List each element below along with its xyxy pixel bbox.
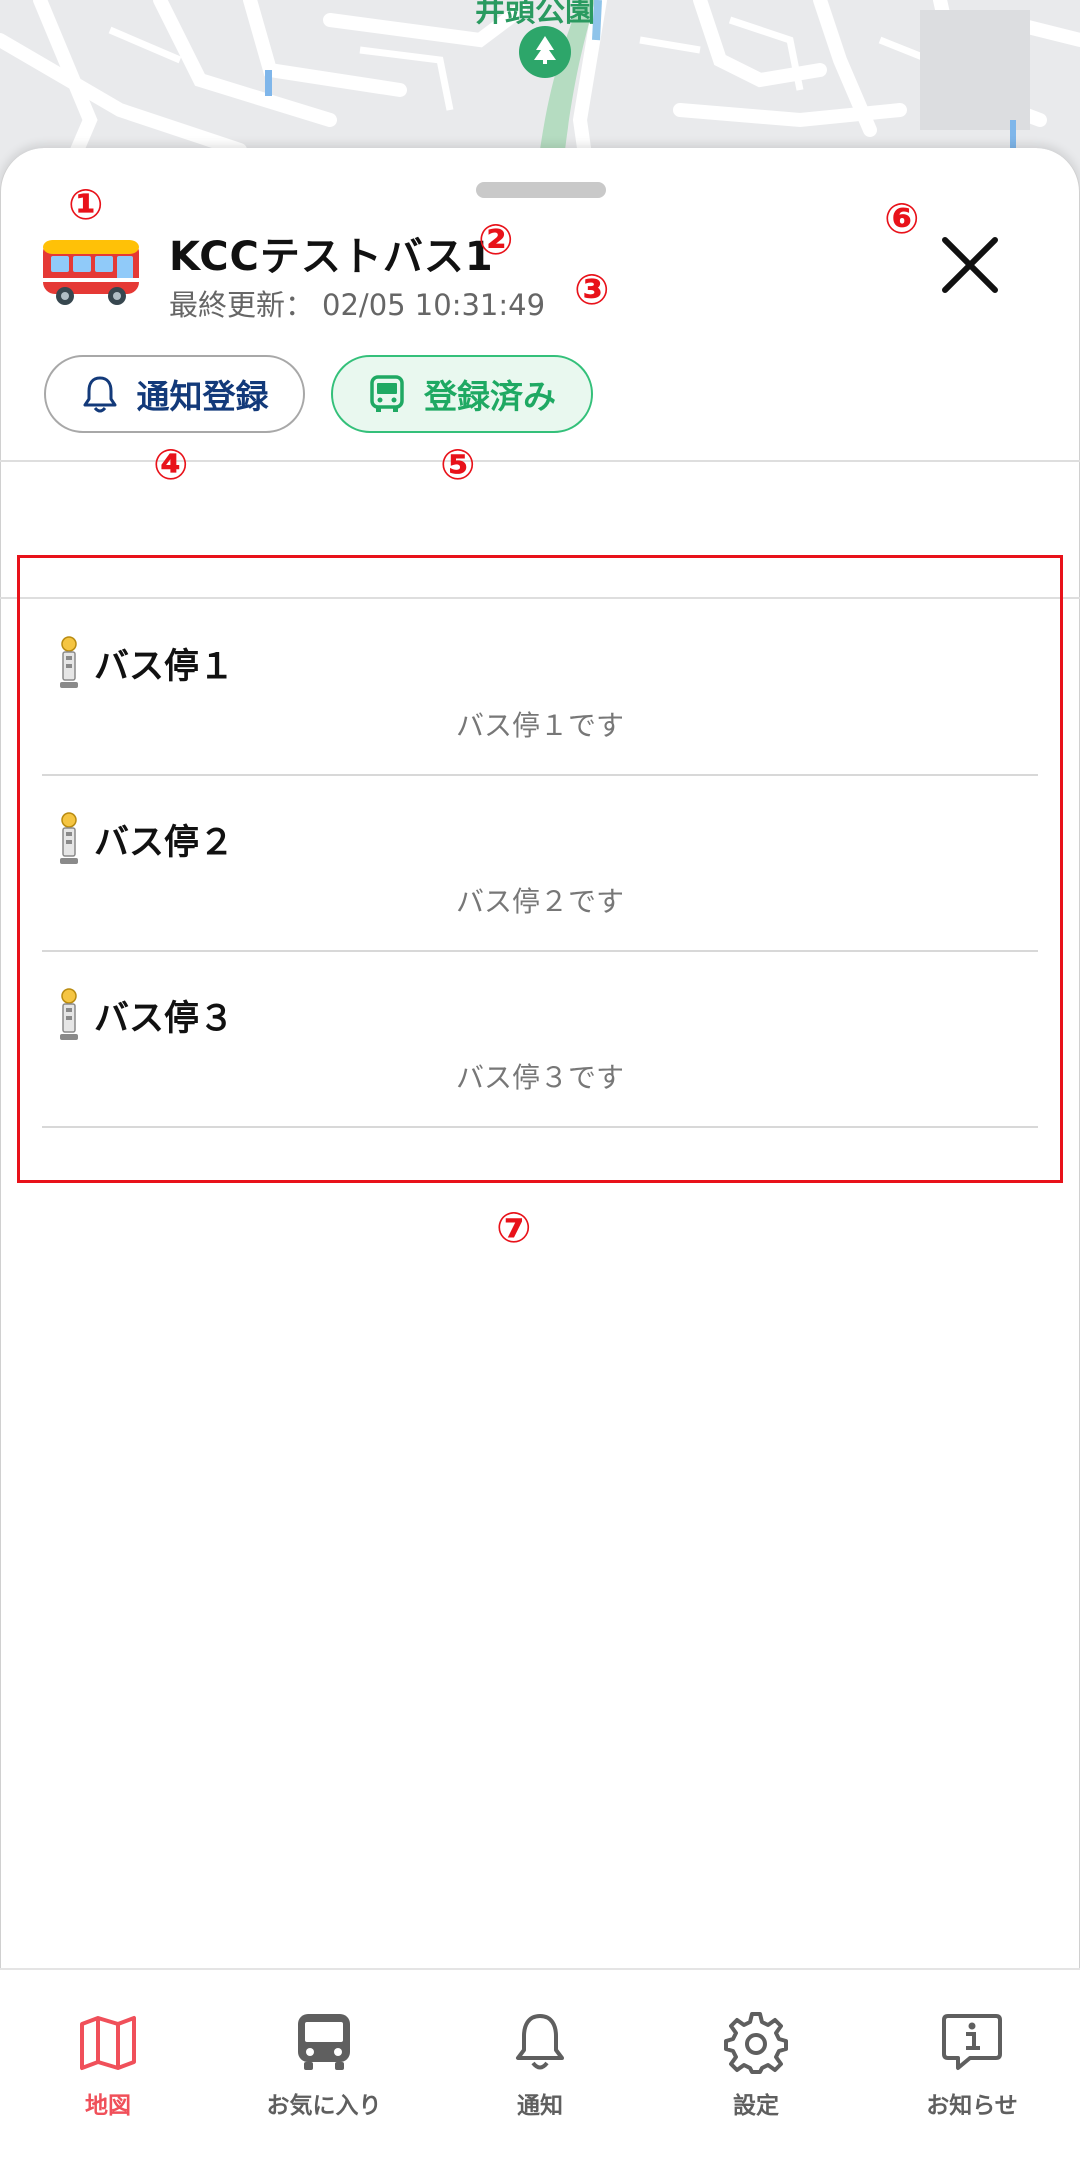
bus-stop-icon	[60, 988, 78, 1040]
map-icon	[80, 2016, 136, 2070]
annotation-number-6: ⑥	[884, 194, 920, 243]
notify-register-label: 通知登録	[136, 377, 269, 416]
sheet-drag-handle[interactable]	[476, 182, 606, 198]
park-label: 井頭公園	[475, 0, 595, 29]
last-updated-label: 最終更新：	[169, 288, 315, 322]
stop-name: バス停２	[94, 823, 235, 863]
annotation-number-5: ⑤	[440, 440, 476, 489]
info-bubble-icon	[942, 2014, 1002, 2070]
annotation-number-4: ④	[153, 440, 189, 489]
bus-icon	[43, 240, 139, 305]
divider	[0, 597, 1080, 599]
nav-item-notifications[interactable]: 通知	[432, 1970, 648, 2175]
list-item[interactable]: バス停２ バス停２です	[42, 776, 1038, 952]
stop-name: バス停１	[94, 647, 235, 687]
nav-item-news[interactable]: お知らせ	[864, 1970, 1080, 2175]
annotation-number-3: ③	[574, 265, 610, 314]
notify-register-button[interactable]: 通知登録	[44, 355, 305, 433]
nav-label: 地図	[85, 2093, 131, 2119]
bus-icon	[370, 375, 404, 412]
registered-button[interactable]: 登録済み	[331, 355, 593, 433]
nav-item-settings[interactable]: 設定	[648, 1970, 864, 2175]
bus-title: KCCテストバス1	[169, 234, 494, 280]
bottom-nav: 地図 お気に入り 通知 設定 お知らせ	[0, 1968, 1080, 2175]
list-item[interactable]: バス停１ バス停１です	[42, 600, 1038, 776]
last-updated: 最終更新： 02/05 10:31:49	[169, 282, 553, 324]
bus-icon	[298, 2014, 350, 2070]
annotation-number-2: ②	[478, 215, 514, 264]
bell-icon	[516, 2014, 564, 2070]
nav-item-favorites[interactable]: お気に入り	[216, 1970, 432, 2175]
nav-label: お気に入り	[266, 2093, 382, 2119]
nav-label: 通知	[517, 2093, 563, 2119]
annotation-number-7: ⑦	[496, 1203, 532, 1252]
annotation-number-1: ①	[68, 180, 104, 229]
bus-stop-icon	[60, 636, 78, 688]
stop-description: バス停１です	[455, 709, 624, 742]
stop-name: バス停３	[94, 999, 235, 1039]
nav-item-map[interactable]: 地図	[0, 1970, 216, 2175]
close-icon[interactable]	[931, 226, 1009, 304]
list-item[interactable]: バス停３ バス停３です	[42, 952, 1038, 1128]
divider	[42, 1126, 1038, 1128]
bell-icon	[83, 376, 116, 413]
gear-icon	[724, 2012, 788, 2074]
bus-stop-icon	[60, 812, 78, 864]
stop-description: バス停２です	[455, 885, 624, 918]
stop-description: バス停３です	[455, 1061, 624, 1094]
registered-label: 登録済み	[424, 377, 556, 416]
nav-label: 設定	[733, 2093, 779, 2119]
nav-label: お知らせ	[926, 2093, 1018, 2119]
last-updated-value: 02/05 10:31:49	[322, 288, 546, 322]
